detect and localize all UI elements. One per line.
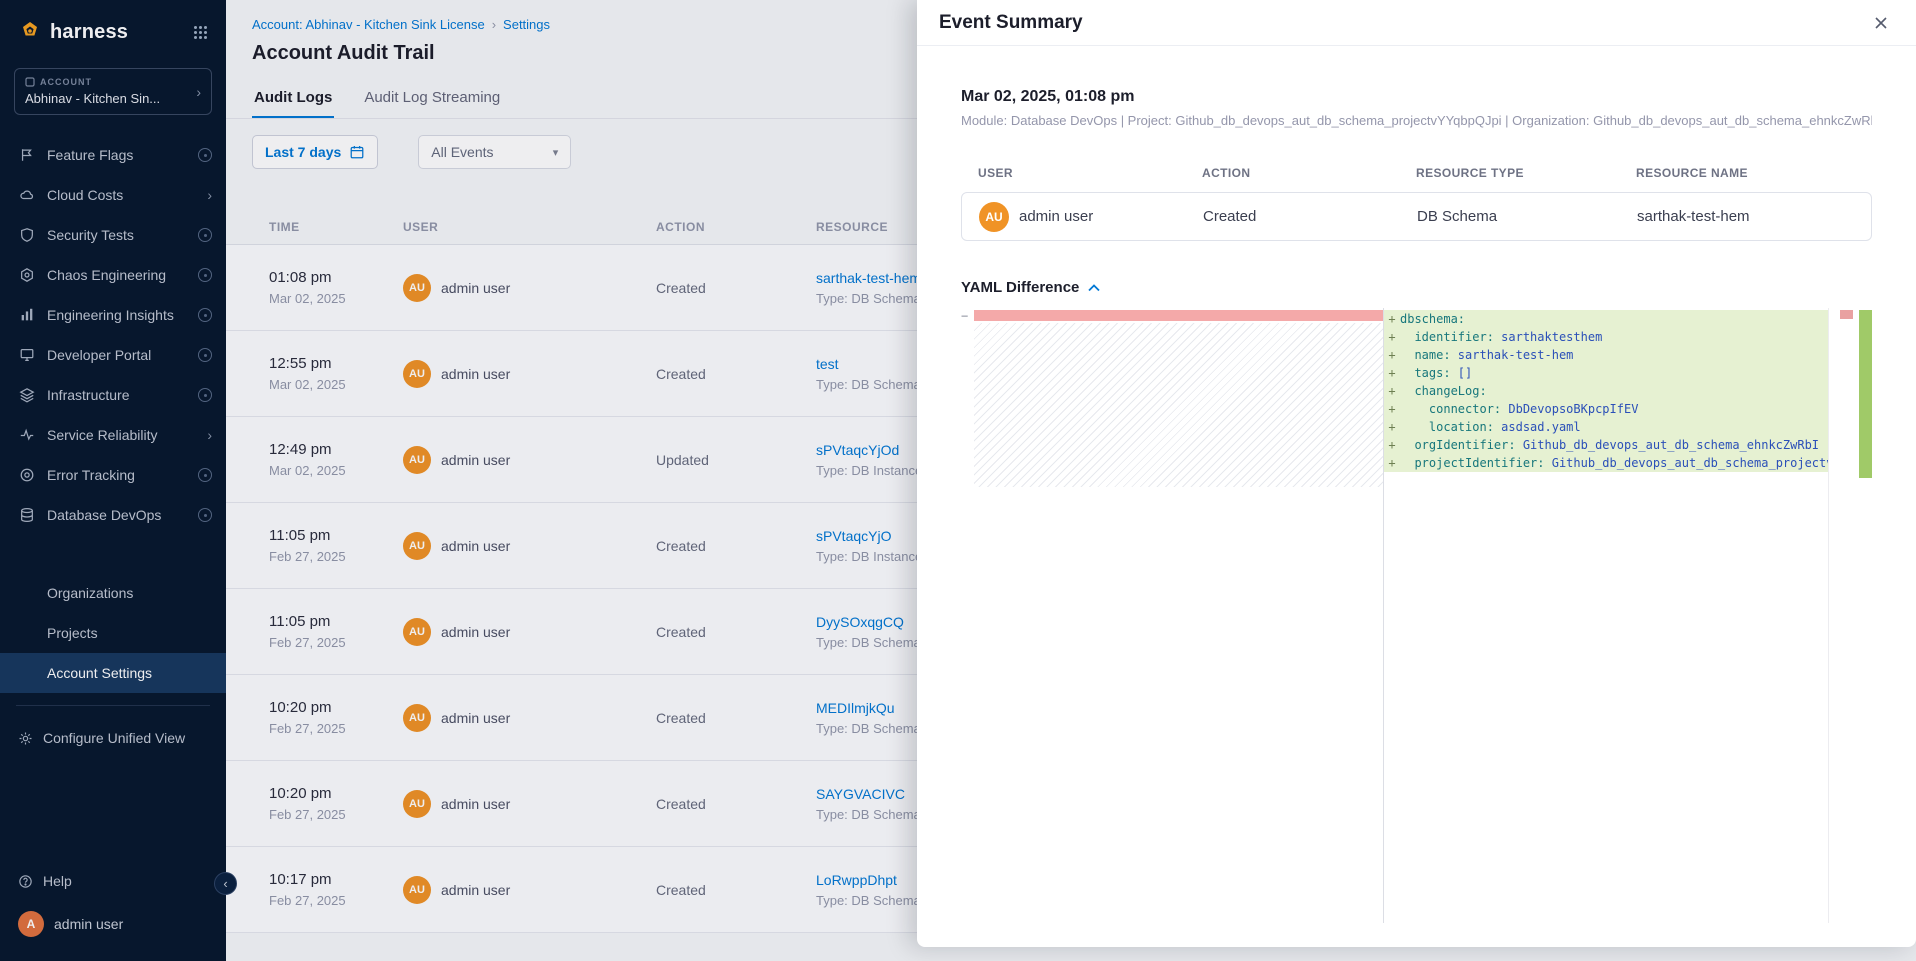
- event-user: admin user: [1019, 208, 1093, 225]
- diff-right-pane: +dbschema: + identifier: sarthaktesthem …: [1384, 308, 1872, 923]
- event-action: Created: [1203, 208, 1417, 225]
- event-timestamp: Mar 02, 2025, 01:08 pm: [961, 88, 1872, 106]
- event-summary-drawer: Event Summary Mar 02, 2025, 01:08 pm Mod…: [917, 0, 1916, 947]
- diff-line: + orgIdentifier: Github_db_devops_aut_db…: [1384, 436, 1829, 454]
- diff-line: + tags: []: [1384, 364, 1829, 382]
- event-resource-type: DB Schema: [1417, 208, 1637, 225]
- yaml-difference-label: YAML Difference: [961, 279, 1079, 296]
- event-table-row: AU admin user Created DB Schema sarthak-…: [961, 192, 1872, 241]
- column-header-resource-name: RESOURCE NAME: [1636, 166, 1872, 180]
- column-header-action: ACTION: [1202, 166, 1416, 180]
- close-icon[interactable]: [1868, 10, 1894, 36]
- diff-line: +dbschema:: [1384, 310, 1829, 328]
- drawer-body: Mar 02, 2025, 01:08 pm Module: Database …: [917, 88, 1916, 923]
- chevron-up-icon: [1088, 284, 1100, 292]
- diff-empty-hatch: [974, 323, 1383, 487]
- avatar: AU: [979, 202, 1009, 232]
- drawer-header: Event Summary: [917, 0, 1916, 46]
- event-resource-name: sarthak-test-hem: [1637, 208, 1871, 225]
- overview-ruler-added: [1859, 310, 1872, 478]
- diff-added-lines: +dbschema: + identifier: sarthaktesthem …: [1384, 310, 1829, 472]
- diff-line: + identifier: sarthaktesthem: [1384, 328, 1829, 346]
- event-meta: Module: Database DevOps | Project: Githu…: [961, 113, 1872, 128]
- diff-removed-bar: [974, 310, 1383, 321]
- event-table-header: USER ACTION RESOURCE TYPE RESOURCE NAME: [961, 166, 1872, 180]
- diff-line: + name: sarthak-test-hem: [1384, 346, 1829, 364]
- diff-scrollbar[interactable]: [1828, 308, 1829, 923]
- diff-line: + connector: DbDevopsoBKpcpIfEV: [1384, 400, 1829, 418]
- diff-line: + location: asdsad.yaml: [1384, 418, 1829, 436]
- diff-line: + changeLog:: [1384, 382, 1829, 400]
- diff-removed-gutter: −: [961, 309, 975, 323]
- drawer-title: Event Summary: [939, 12, 1083, 34]
- yaml-diff-viewer[interactable]: − +dbschema: + identifier: sarthaktesthe…: [961, 308, 1872, 923]
- overview-ruler-removed: [1840, 310, 1853, 319]
- column-header-user: USER: [978, 166, 1202, 180]
- column-header-resource-type: RESOURCE TYPE: [1416, 166, 1636, 180]
- diff-line: + projectIdentifier: Github_db_devops_au…: [1384, 454, 1829, 472]
- diff-left-pane: −: [961, 308, 1384, 923]
- yaml-difference-toggle[interactable]: YAML Difference: [961, 279, 1872, 296]
